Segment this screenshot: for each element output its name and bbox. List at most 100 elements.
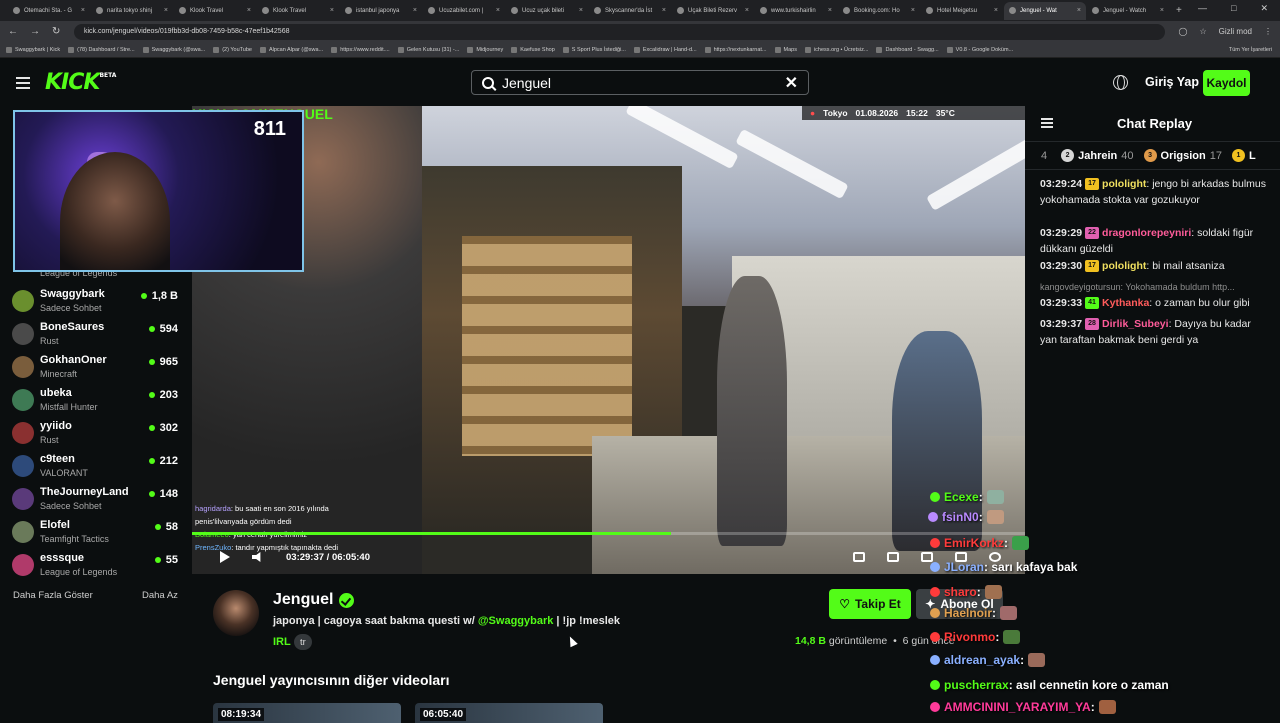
browser-tab[interactable]: Jenguel - Wat ×	[1004, 1, 1086, 20]
bookmark-item[interactable]: https://nextunkarnat...	[704, 46, 767, 53]
bookmark-item[interactable]: Gelen Kutusu (31) -...	[397, 46, 459, 53]
browser-tab[interactable]: Hotel Meigetsu ×	[921, 2, 1003, 20]
menu-icon[interactable]	[16, 77, 30, 92]
browser-tab[interactable]: Klook Travel ×	[174, 2, 256, 20]
bookmark-item[interactable]: Kaefuse Shop	[511, 46, 555, 53]
sidebar-channel[interactable]: Elofel Teamfight Tactics 58	[12, 517, 182, 550]
bookmark-item[interactable]: V0.8 - Google Doküm...	[946, 46, 1013, 53]
sidebar-channel[interactable]: GokhanOner Minecraft 965	[12, 352, 182, 385]
tab-close-icon[interactable]: ×	[745, 7, 749, 14]
maximize-icon[interactable]: □	[1231, 3, 1236, 14]
chat-username[interactable]: dragonlorepeyniri	[1102, 227, 1191, 239]
browser-tab[interactable]: Uçak Bileti Rezerv ×	[672, 2, 754, 20]
tab-close-icon[interactable]: ×	[413, 7, 417, 14]
collapse-chat-icon[interactable]	[1041, 118, 1053, 130]
sidebar-channel[interactable]: Swaggybark Sadece Sohbet 1,8 B	[12, 286, 182, 319]
show-more-button[interactable]: Daha Fazla Göster	[13, 590, 93, 601]
sidebar-channel[interactable]: esssque League of Legends 55	[12, 550, 182, 583]
sidebar-channel[interactable]: BoneSaures Rust 594	[12, 319, 182, 352]
bookmark-item[interactable]: Alpcan Alpar (@swa...	[259, 46, 323, 53]
tab-close-icon[interactable]: ×	[662, 7, 666, 14]
minimize-icon[interactable]: —	[1198, 3, 1207, 14]
login-button[interactable]: Giriş Yap	[1145, 75, 1199, 89]
reload-icon[interactable]: ↻	[52, 26, 60, 37]
bookmark-item[interactable]: ichess.org • Ücretsiz...	[804, 46, 868, 53]
chat-username[interactable]: pololight	[1102, 260, 1146, 272]
language-globe-icon[interactable]	[1113, 75, 1128, 90]
install-icon[interactable]: ◯	[1179, 27, 1188, 36]
browser-tab[interactable]: Ucuz uçak bileti ×	[506, 2, 588, 20]
tab-close-icon[interactable]: ×	[911, 7, 915, 14]
browser-tab[interactable]: Ucuzabilet.com | ×	[423, 2, 505, 20]
tab-close-icon[interactable]: ×	[828, 7, 832, 14]
bookmark-item[interactable]: Swaggybark | Kick	[6, 46, 60, 53]
tab-close-icon[interactable]: ×	[1160, 7, 1164, 14]
bookmark-item[interactable]: Swaggybark (@swa...	[142, 46, 205, 53]
progress-bar[interactable]	[192, 532, 1025, 535]
bookmark-item[interactable]: (2) YouTube	[213, 46, 252, 53]
browser-tab[interactable]: istanbul japonya ×	[340, 2, 422, 20]
miniplayer-icon[interactable]	[853, 552, 865, 562]
tab-close-icon[interactable]: ×	[496, 7, 500, 14]
bookmark-item[interactable]: Excalidraw | Hand-d...	[633, 46, 697, 53]
browser-tab[interactable]: Jenguel - Watch ×	[1087, 2, 1169, 20]
bookmark-item[interactable]: Maps	[774, 46, 797, 53]
mention-link[interactable]: @Swaggybark	[478, 615, 554, 627]
video-thumbnail[interactable]: 08:19:34	[213, 703, 401, 723]
search-bar[interactable]: ✕	[471, 70, 809, 95]
star-icon[interactable]: ☆	[1199, 27, 1206, 36]
tab-close-icon[interactable]: ×	[994, 7, 998, 14]
tab-close-icon[interactable]: ×	[81, 7, 85, 14]
sidebar-channel[interactable]: TheJourneyLand Sadece Sohbet 148	[12, 484, 182, 517]
chat-username[interactable]: pololight	[1102, 178, 1146, 190]
incognito-label[interactable]: Gizli mod	[1219, 27, 1252, 36]
signup-button[interactable]: Kaydol	[1203, 70, 1250, 96]
all-bookmarks[interactable]: Tüm Yer İşaretleri	[1229, 47, 1272, 53]
tab-close-icon[interactable]: ×	[579, 7, 583, 14]
category-link[interactable]: IRL	[273, 636, 291, 648]
leaderboard-entry[interactable]: 3 Origsion 17	[1143, 149, 1222, 162]
browser-tab[interactable]: Booking.com: Ho ×	[838, 2, 920, 20]
channel-avatar[interactable]	[213, 590, 259, 636]
video-player[interactable]: KICK.COM/JENGUEL ● Tokyo 01.08.2026 15:2…	[192, 106, 1025, 574]
bookmark-item[interactable]: Midjourney	[467, 46, 503, 53]
search-input[interactable]	[502, 74, 785, 91]
leaderboard-entry[interactable]: 2 Jahrein 40	[1061, 149, 1134, 162]
close-window-icon[interactable]: ✕	[1260, 3, 1268, 14]
chat-username[interactable]: Kythanka	[1102, 297, 1149, 309]
clear-search-icon[interactable]: ✕	[785, 73, 798, 93]
browser-tab[interactable]: www.turkishairlin ×	[755, 2, 837, 20]
language-tag[interactable]: tr	[294, 634, 312, 650]
bookmark-item[interactable]: Dashboard - Swagg...	[876, 46, 939, 53]
play-icon[interactable]	[220, 551, 230, 563]
tab-close-icon[interactable]: ×	[330, 7, 334, 14]
sidebar-channel[interactable]: ubeka Mistfall Hunter 203	[12, 385, 182, 418]
theater-icon[interactable]	[887, 552, 899, 562]
sidebar-channel[interactable]: yyiido Rust 302	[12, 418, 182, 451]
bookmark-item[interactable]: (78) Dashboard / Stre...	[68, 46, 135, 53]
tab-close-icon[interactable]: ×	[164, 7, 168, 14]
bookmark-item[interactable]: https://www.reddit....	[331, 46, 390, 53]
browser-tab[interactable]: narita tokyo shinj ×	[91, 2, 173, 20]
browser-tab[interactable]: Klook Travel ×	[257, 2, 339, 20]
menu-icon[interactable]: ⋮	[1264, 27, 1272, 36]
follow-button[interactable]: ♡ Takip Et	[829, 589, 911, 619]
video-thumbnail[interactable]: 06:05:40	[415, 703, 603, 723]
tab-close-icon[interactable]: ×	[247, 7, 251, 14]
chat-username[interactable]: Dirlik_Subeyi	[1102, 318, 1169, 330]
browser-tab[interactable]: Otemachi Sta. - G ×	[8, 2, 90, 20]
tab-close-icon[interactable]: ×	[1077, 7, 1081, 14]
volume-icon[interactable]	[252, 552, 261, 562]
bookmark-item[interactable]: S Sport Plus İstediği...	[562, 46, 626, 53]
leaderboard-entry[interactable]: 4	[1041, 150, 1051, 162]
url-field[interactable]: kick.com/jenguel/videos/019fbb3d-db08-74…	[74, 23, 1165, 40]
back-icon[interactable]: ←	[8, 26, 18, 37]
new-tab-icon[interactable]: +	[1176, 5, 1182, 16]
sidebar-channel[interactable]: c9teen VALORANT 212	[12, 451, 182, 484]
leaderboard-entry[interactable]: 1L	[1232, 149, 1260, 162]
channel-name[interactable]: Jenguel	[273, 591, 355, 609]
browser-tab[interactable]: Skyscanner'da İst ×	[589, 2, 671, 20]
kick-logo[interactable]: KICKBETA	[45, 70, 116, 95]
forward-icon[interactable]: →	[30, 26, 40, 37]
show-less-button[interactable]: Daha Az	[142, 590, 178, 601]
